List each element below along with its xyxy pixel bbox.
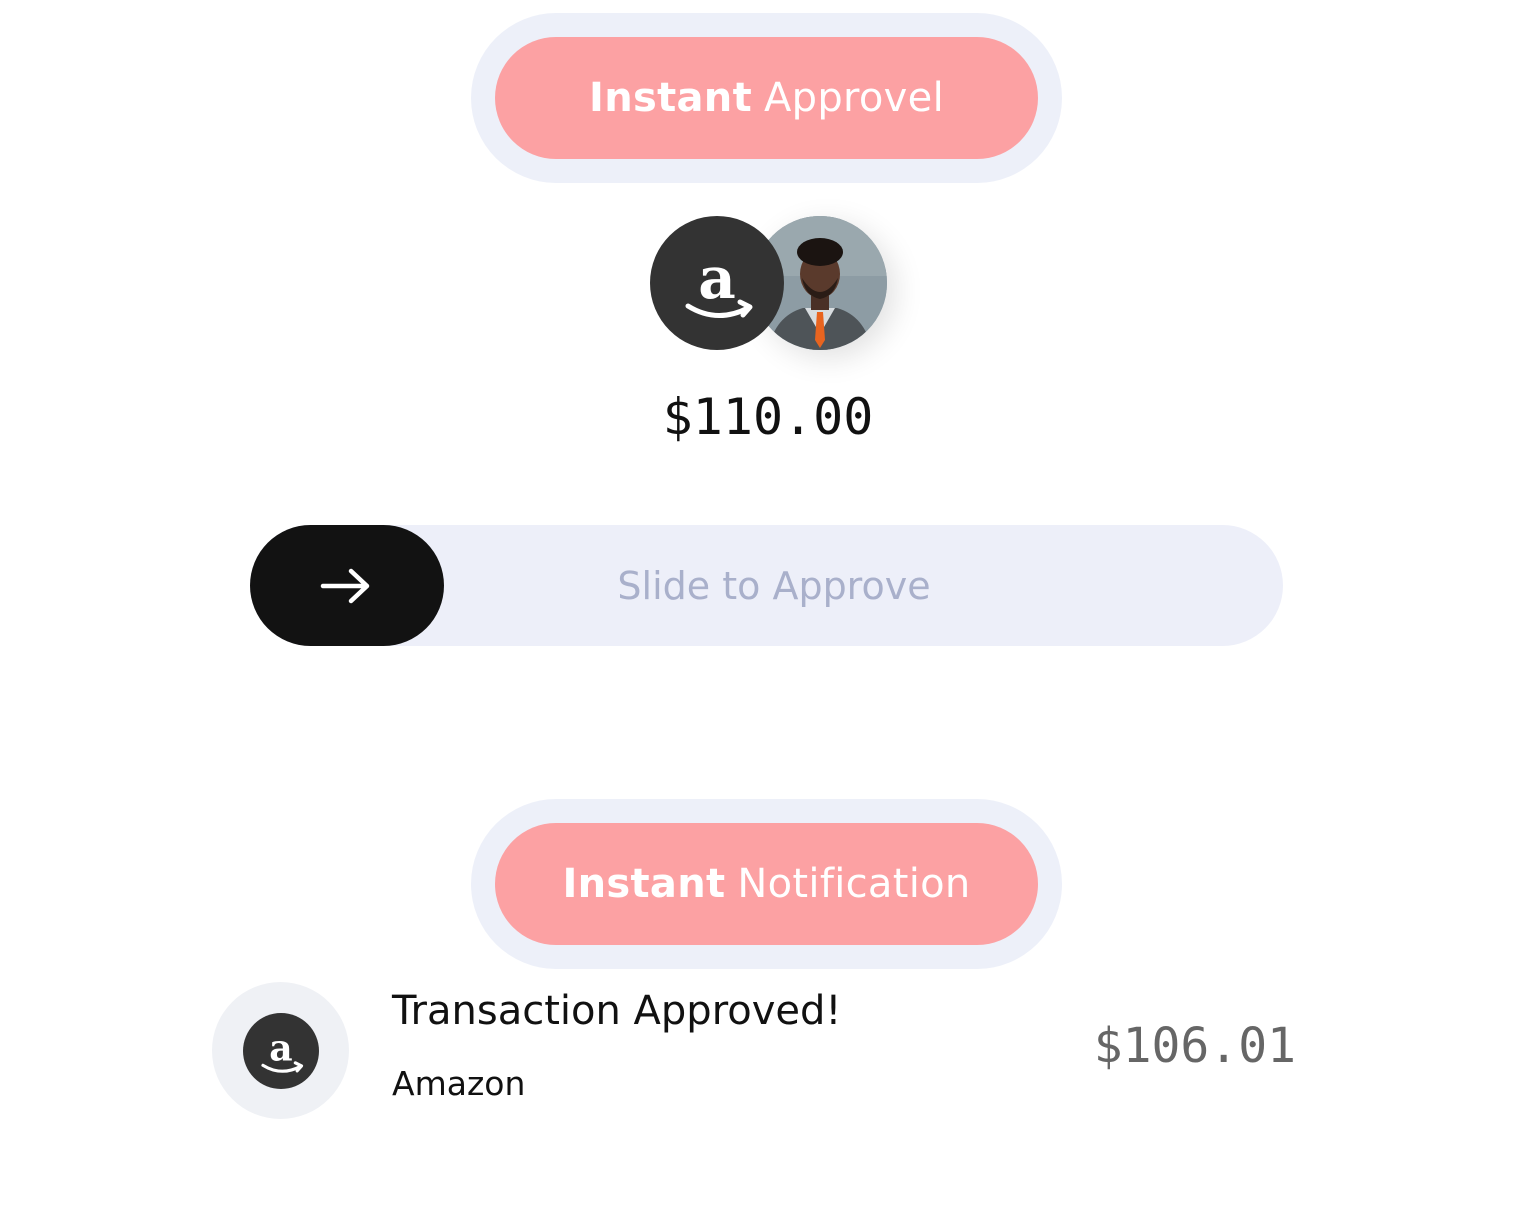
amazon-avatar: a — [650, 216, 784, 350]
notification-badge: Instant Notification — [495, 823, 1038, 945]
notification-icon-container: a — [212, 982, 349, 1119]
approve-slider-label: Slide to Approve — [617, 563, 931, 608]
amazon-logo-icon: a — [685, 244, 753, 319]
svg-text:a: a — [698, 244, 736, 312]
notification-merchant: Amazon — [392, 1064, 526, 1103]
notification-badge-bold: Instant — [562, 861, 726, 907]
payment-amount: $110.00 — [662, 388, 874, 446]
notification-amount: $106.01 — [1093, 1018, 1296, 1074]
notification-title: Transaction Approved! — [392, 988, 842, 1034]
arrow-right-icon — [320, 568, 370, 603]
approval-badge-light: Approvel — [764, 75, 944, 121]
approval-badge: Instant Approvel — [495, 37, 1038, 159]
approval-badge-frame: Instant Approvel — [471, 13, 1062, 183]
notification-badge-frame: Instant Notification — [471, 799, 1062, 969]
amazon-logo-icon: a — [260, 1026, 303, 1073]
notification-badge-light: Notification — [737, 861, 971, 907]
notification-amazon-badge: a — [242, 1012, 319, 1089]
svg-text:a: a — [269, 1026, 292, 1069]
approval-badge-bold: Instant — [589, 75, 752, 121]
approve-slider-knob[interactable] — [250, 525, 444, 646]
